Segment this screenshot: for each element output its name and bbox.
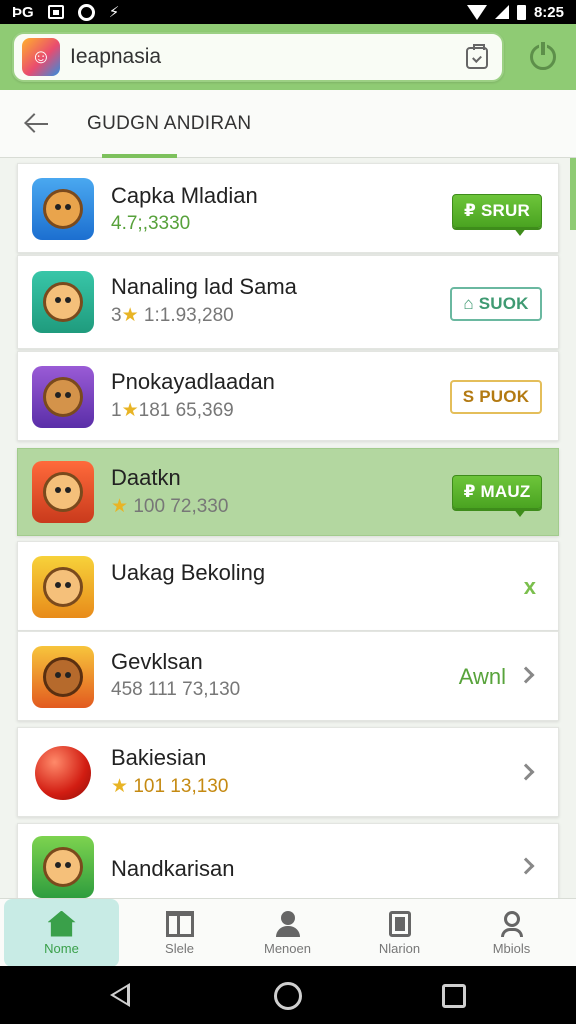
app-icon xyxy=(32,366,94,428)
list-item[interactable]: Pnokayadlaadan 1★181 65,369 S PUOK xyxy=(17,351,559,441)
chevron-right-icon[interactable] xyxy=(517,666,535,684)
star-icon: ★ xyxy=(121,305,139,326)
list-item[interactable]: Uakag Bekoling x xyxy=(17,541,559,631)
app-icon xyxy=(32,836,94,898)
list-item-selected[interactable]: Daatkn ★ 100 72,330 ₽ MAUZ xyxy=(17,448,559,536)
app-header: ☺ Ieapnasia xyxy=(0,24,576,90)
active-tab-indicator xyxy=(102,154,177,158)
app-meta: ★ 100 72,330 xyxy=(111,496,229,517)
signal-icon xyxy=(494,5,509,19)
phone-icon xyxy=(388,910,411,937)
home-circle-icon[interactable] xyxy=(274,982,302,1010)
nav-label: Nome xyxy=(44,940,79,956)
dismiss-x-icon[interactable]: x xyxy=(524,574,536,600)
page-title: GUDGN ANDIRAN xyxy=(87,113,252,134)
sync-icon xyxy=(77,3,95,21)
app-name: Uakag Bekoling xyxy=(111,560,266,585)
app-name: Gevklsan xyxy=(111,649,203,674)
app-icon xyxy=(32,461,94,523)
chevron-right-icon[interactable] xyxy=(517,763,535,781)
nav-label: Mbiols xyxy=(492,940,531,956)
calendar-check-icon[interactable] xyxy=(466,44,488,69)
action-button[interactable]: ⌂ SUOK xyxy=(450,287,542,321)
app-meta: 4.7;,3330 xyxy=(111,213,191,234)
wifi-icon xyxy=(466,4,487,20)
back-arrow-icon[interactable] xyxy=(22,110,52,138)
person-icon xyxy=(274,910,302,937)
star-icon: ★ xyxy=(121,400,139,421)
action-button[interactable]: S PUOK xyxy=(450,380,542,414)
list-item[interactable]: Bakiesian ★ 101 13,130 xyxy=(17,727,559,817)
chevron-right-icon[interactable] xyxy=(517,857,535,875)
recents-square-icon[interactable] xyxy=(442,984,466,1008)
search-text: Ieapnasia xyxy=(70,45,162,68)
nav-label: Slele xyxy=(165,940,194,956)
app-meta: 1★181 65,369 xyxy=(111,400,234,421)
app-meta: 458 111 73,130 xyxy=(111,679,241,700)
nav-mbiols[interactable]: Mbiols xyxy=(454,899,569,967)
scroll-accent xyxy=(570,158,576,230)
app-icon xyxy=(32,178,94,240)
back-triangle-icon[interactable] xyxy=(110,983,130,1007)
app-icon xyxy=(32,556,94,618)
bolt-icon: ⚡ xyxy=(108,4,120,21)
app-name: Nandkarisan xyxy=(111,856,235,881)
nav-home[interactable]: Nome xyxy=(4,899,119,967)
status-text: ÞG xyxy=(12,3,34,21)
app-icon xyxy=(32,271,94,333)
app-meta: ★ 101 13,130 xyxy=(111,776,229,797)
star-icon: ★ xyxy=(111,496,129,517)
gallery-icon xyxy=(47,5,64,19)
app-name: Nanaling lad Sama xyxy=(111,274,297,299)
profile-icon xyxy=(498,910,526,937)
app-logo-icon: ☺ xyxy=(22,38,60,76)
app-name: Capka Mladian xyxy=(111,183,258,208)
list-item[interactable]: Capka Mladian 4.7;,3330 ₽ SRUR xyxy=(17,163,559,253)
home-icon xyxy=(47,910,76,937)
status-bar: ÞG ⚡ 8:25 xyxy=(0,0,576,24)
app-name: Pnokayadlaadan xyxy=(111,369,275,394)
star-icon: ★ xyxy=(111,776,129,797)
home-small-icon: ⌂ xyxy=(463,294,479,313)
search-bar[interactable]: ☺ Ieapnasia xyxy=(12,32,504,82)
action-button[interactable]: ₽ SRUR xyxy=(452,194,542,236)
list-item[interactable]: Nandkarisan xyxy=(17,823,559,903)
app-icon xyxy=(32,742,94,804)
system-nav-bar xyxy=(0,966,576,1024)
nav-slele[interactable]: Slele xyxy=(122,899,237,967)
app-meta: 3★ 1:1.93,280 xyxy=(111,305,234,326)
nav-label: Nlarion xyxy=(378,940,421,956)
nav-nlarion[interactable]: Nlarion xyxy=(342,899,457,967)
list-item[interactable]: Nanaling lad Sama 3★ 1:1.93,280 ⌂ SUOK xyxy=(17,255,559,349)
app-name: Bakiesian xyxy=(111,745,207,770)
sub-header: GUDGN ANDIRAN xyxy=(0,90,576,158)
app-icon xyxy=(32,646,94,708)
apple-icon xyxy=(35,746,91,800)
battery-icon xyxy=(516,4,526,20)
action-link[interactable]: Awnl xyxy=(459,664,506,690)
power-icon[interactable] xyxy=(530,42,556,70)
action-button[interactable]: ₽ MAUZ xyxy=(452,475,542,517)
books-icon xyxy=(165,910,194,937)
nav-label: Menoen xyxy=(264,940,311,956)
clock: 8:25 xyxy=(533,3,564,21)
bottom-nav: Nome Slele Menoen Nlarion Mbiols xyxy=(0,898,576,967)
nav-menoen[interactable]: Menoen xyxy=(230,899,345,967)
app-name: Daatkn xyxy=(111,465,181,490)
list-item[interactable]: Gevklsan 458 111 73,130 Awnl xyxy=(17,631,559,721)
